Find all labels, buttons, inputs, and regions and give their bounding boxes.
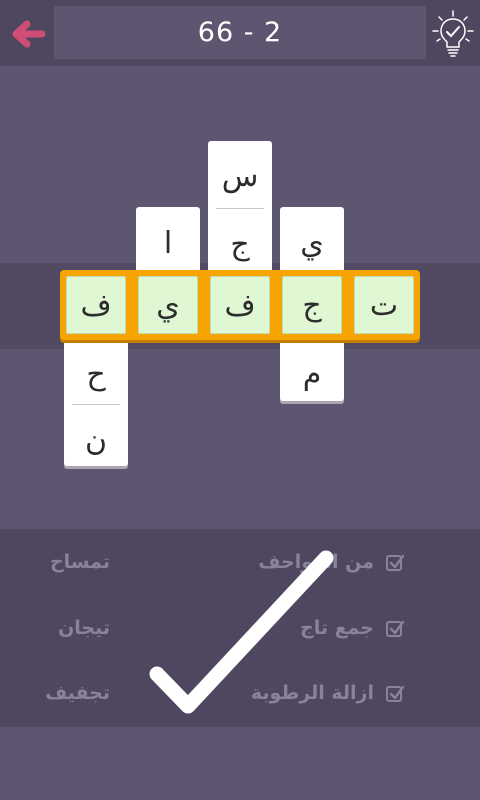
back-arrow-icon xyxy=(12,20,46,48)
row-cell-1[interactable]: ف xyxy=(66,276,126,334)
checkbox-checked-icon xyxy=(386,554,405,571)
checkbox-checked-icon xyxy=(386,620,405,637)
column-3-letter-2: ج xyxy=(230,226,250,262)
lightbulb-check-icon xyxy=(432,10,474,57)
clues-panel: من الزواحف تمساح جمع تاج تيجان ازالة الر… xyxy=(0,529,480,727)
column-1-lower-tile: ح ن xyxy=(64,330,128,466)
letter-separator xyxy=(72,404,120,405)
column-4-lower-tile: م xyxy=(280,330,344,401)
row-cell-2[interactable]: ي xyxy=(138,276,198,334)
answer-2: تيجان xyxy=(58,617,110,639)
column-1-letter-below-1: ح xyxy=(86,356,106,392)
column-3-upper-tile: س ج xyxy=(208,141,272,281)
answer-3: تجفيف xyxy=(45,682,110,704)
back-button[interactable] xyxy=(8,14,48,54)
clue-2: جمع تاج xyxy=(300,617,374,639)
column-2-letter-1: ا xyxy=(163,225,173,261)
column-4-letter-1: ي xyxy=(300,225,324,261)
top-bar: 66 - 2 xyxy=(0,0,480,66)
row-cell-4[interactable]: ج xyxy=(282,276,342,334)
letter-separator xyxy=(216,208,264,209)
row-cell-3[interactable]: ف xyxy=(210,276,270,334)
answer-1: تمساح xyxy=(49,551,110,573)
column-4-letter-below-1: م xyxy=(302,356,322,392)
hint-button[interactable] xyxy=(430,8,476,60)
column-1-letter-below-2: ن xyxy=(84,422,108,458)
checkbox-checked-icon xyxy=(386,685,405,702)
clue-3: ازالة الرطوبة xyxy=(250,682,374,704)
word-row-frame: ف ي ف ج ت xyxy=(60,270,420,340)
level-indicator: 66 - 2 xyxy=(197,17,283,48)
clue-1: من الزواحف xyxy=(258,551,374,573)
row-cell-5[interactable]: ت xyxy=(354,276,414,334)
level-title-box: 66 - 2 xyxy=(54,6,426,59)
column-3-letter-1: س xyxy=(221,158,259,194)
